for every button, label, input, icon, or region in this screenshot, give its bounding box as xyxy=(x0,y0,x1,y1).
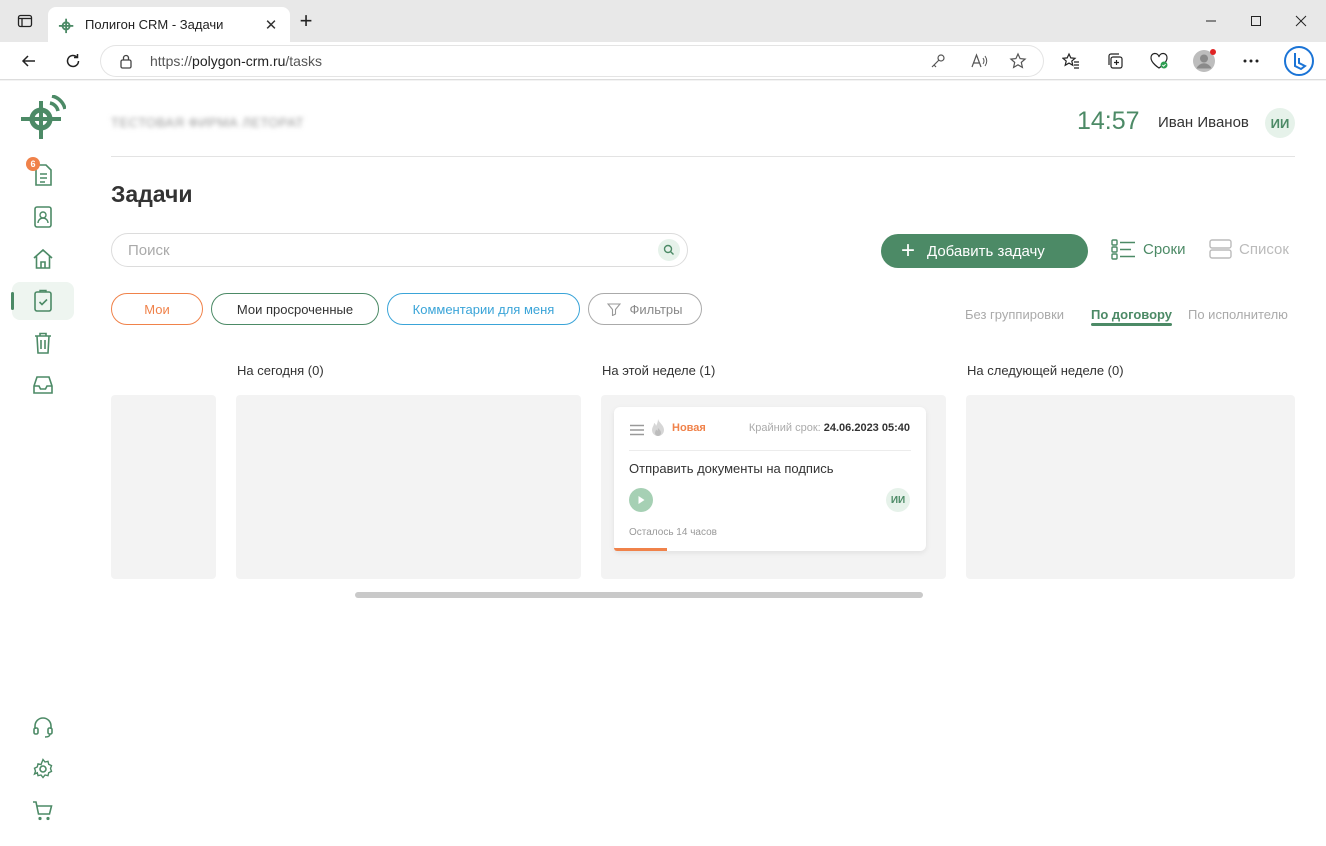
tab-title: Полигон CRM - Задачи xyxy=(85,17,224,32)
address-bar[interactable]: https://polygon-crm.ru/tasks xyxy=(101,46,1043,76)
collections-icon[interactable] xyxy=(1102,48,1128,74)
funnel-icon xyxy=(607,303,622,316)
task-assignee-avatar[interactable]: ИИ xyxy=(886,488,910,512)
filters-label: Фильтры xyxy=(629,301,683,317)
search-input[interactable] xyxy=(111,233,688,267)
trash-icon xyxy=(35,332,51,354)
new-tab-button[interactable]: + xyxy=(294,10,318,34)
card-divider xyxy=(629,450,911,451)
plus-icon: + xyxy=(901,237,916,264)
clock: 14:57 xyxy=(1077,107,1140,135)
browser-toolbar: https://polygon-crm.ru/tasks xyxy=(0,42,1326,80)
add-task-button[interactable]: + Добавить задачу xyxy=(881,234,1088,268)
column-title-next-week: На следующей неделе (0) xyxy=(967,363,1124,378)
view-list-label: Список xyxy=(1239,240,1289,258)
filter-overdue-chip[interactable]: Мои просроченные xyxy=(211,293,379,325)
view-deadlines-label: Сроки xyxy=(1143,240,1186,258)
page-title: Задачи xyxy=(111,181,193,207)
search-button[interactable] xyxy=(658,239,680,261)
organization-name: ТЕСТОВАЯ ФИРМА ЛЕТОРАТ xyxy=(111,115,304,130)
list-view-icon xyxy=(1209,239,1232,259)
polygon-favicon-icon xyxy=(58,18,74,33)
maximize-icon[interactable] xyxy=(1241,6,1271,36)
polygon-logo-icon[interactable] xyxy=(20,95,66,141)
contacts-icon xyxy=(34,206,52,228)
url-text[interactable]: https://polygon-crm.ru/tasks xyxy=(150,53,322,69)
favorite-star-icon[interactable] xyxy=(1009,52,1027,70)
sidebar-item-contacts[interactable] xyxy=(12,198,74,236)
documents-badge: 6 xyxy=(26,157,40,171)
task-status: Новая xyxy=(672,422,706,434)
sidebar-item-tasks[interactable] xyxy=(11,282,74,320)
sidebar-item-support[interactable] xyxy=(12,708,74,746)
filter-comments-chip[interactable]: Комментарии для меня xyxy=(387,293,580,325)
filter-mine-chip[interactable]: Мои xyxy=(111,293,203,325)
sidebar-item-home[interactable] xyxy=(12,240,74,278)
sidebar-item-documents[interactable]: 6 xyxy=(12,156,74,194)
column-today xyxy=(236,395,581,579)
browser-essentials-icon[interactable] xyxy=(1146,48,1172,74)
view-list-button[interactable]: Список xyxy=(1209,238,1289,260)
tab-close-icon[interactable]: ✕ xyxy=(262,16,280,34)
column-next-week xyxy=(966,395,1295,579)
favorites-icon[interactable] xyxy=(1058,48,1084,74)
refresh-icon[interactable] xyxy=(60,48,86,74)
read-aloud-icon[interactable] xyxy=(970,52,988,70)
user-name[interactable]: Иван Иванов xyxy=(1158,114,1249,131)
browser-titlebar: Полигон CRM - Задачи ✕ + xyxy=(0,0,1326,42)
browser-tab[interactable]: Полигон CRM - Задачи ✕ xyxy=(48,7,290,42)
copilot-icon[interactable] xyxy=(1284,46,1314,76)
task-deadline: Крайний срок: 24.06.2023 05:40 xyxy=(748,422,910,434)
lock-icon[interactable] xyxy=(119,53,133,69)
tab-actions-icon[interactable] xyxy=(10,6,40,36)
view-deadlines-button[interactable]: Сроки xyxy=(1111,238,1185,260)
sidebar-item-settings[interactable] xyxy=(12,750,74,788)
tasks-icon xyxy=(34,289,52,312)
column-title-this-week: На этой неделе (1) xyxy=(602,363,716,378)
fire-icon xyxy=(652,419,664,436)
sidebar: 6 xyxy=(0,81,89,846)
drag-handle-icon[interactable] xyxy=(629,424,645,436)
group-assignee-tab[interactable]: По исполнителю xyxy=(1188,307,1288,322)
main-content: ТЕСТОВАЯ ФИРМА ЛЕТОРАТ 14:57 Иван Иванов… xyxy=(89,81,1326,846)
app: 6 ТЕСТОВАЯ ФИРМА ЛЕТОРАТ 14:57 Иван Иван… xyxy=(0,81,1326,846)
group-contract-tab[interactable]: По договору xyxy=(1091,307,1172,322)
task-progress-bar xyxy=(614,548,926,551)
sidebar-item-cart[interactable] xyxy=(12,792,74,830)
deadlines-view-icon xyxy=(1111,239,1135,260)
sidebar-item-trash[interactable] xyxy=(12,324,74,362)
headset-icon xyxy=(33,717,53,738)
task-remaining-time: Осталось 14 часов xyxy=(629,527,717,538)
profile-icon[interactable] xyxy=(1191,48,1217,74)
minimize-icon[interactable] xyxy=(1196,6,1226,36)
window-close-icon[interactable] xyxy=(1286,6,1316,36)
horizontal-scrollbar[interactable] xyxy=(355,592,923,598)
add-task-label: Добавить задачу xyxy=(927,242,1045,260)
column-previous-partial xyxy=(111,395,216,579)
task-card[interactable]: Новая Крайний срок: 24.06.2023 05:40 Отп… xyxy=(614,407,926,551)
search-icon xyxy=(663,244,674,255)
task-title[interactable]: Отправить документы на подпись xyxy=(629,461,834,476)
task-progress-fill xyxy=(614,548,668,551)
home-icon xyxy=(33,248,53,269)
cart-icon xyxy=(33,801,53,821)
group-active-underline xyxy=(1091,323,1172,326)
inbox-icon xyxy=(33,376,53,394)
active-indicator xyxy=(11,292,14,310)
sidebar-item-inbox[interactable] xyxy=(12,366,74,404)
more-options-icon[interactable] xyxy=(1238,48,1264,74)
header-divider xyxy=(111,156,1295,157)
back-icon[interactable] xyxy=(16,48,42,74)
group-none-tab[interactable]: Без группировки xyxy=(965,307,1064,322)
key-icon[interactable] xyxy=(930,53,946,69)
start-task-button[interactable] xyxy=(629,488,653,512)
filters-button[interactable]: Фильтры xyxy=(588,293,702,325)
user-avatar[interactable]: ИИ xyxy=(1265,108,1295,138)
play-icon xyxy=(638,496,645,504)
column-title-today: На сегодня (0) xyxy=(237,363,324,378)
gear-icon xyxy=(33,758,53,779)
